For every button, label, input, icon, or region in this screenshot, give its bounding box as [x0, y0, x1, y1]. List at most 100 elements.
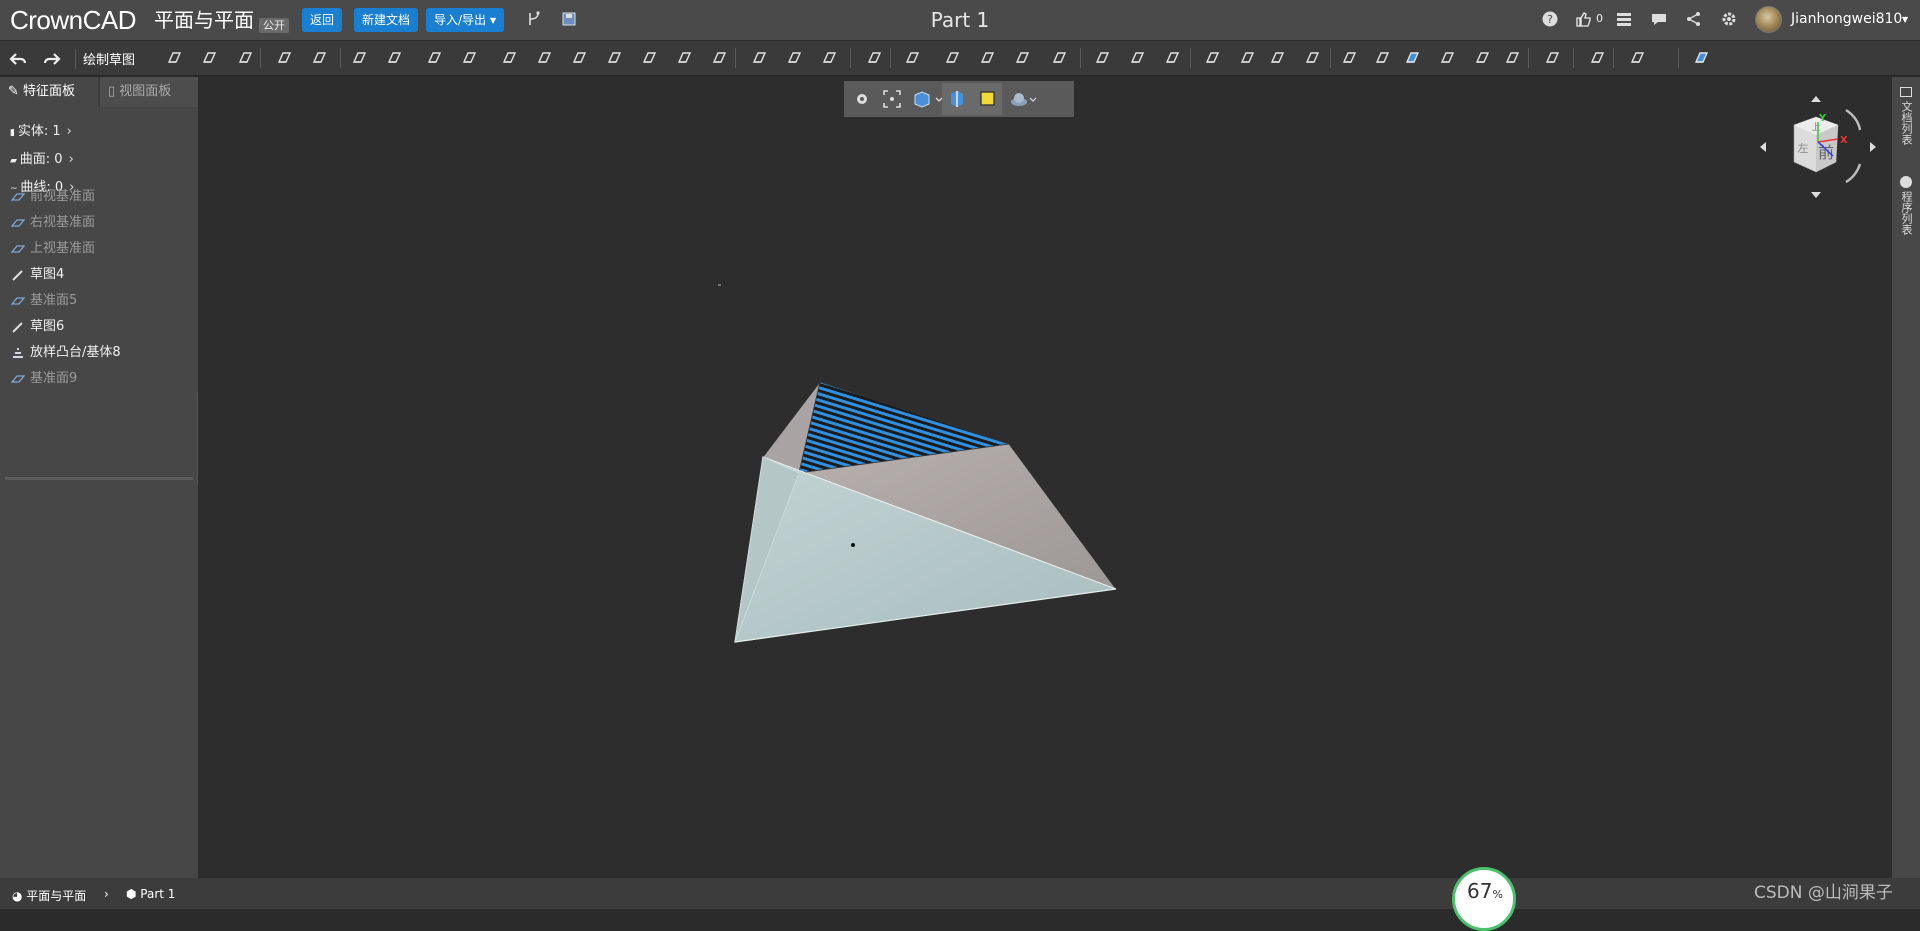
variables-icon[interactable] [1543, 48, 1563, 68]
username[interactable]: Jianhongwei810 [1791, 11, 1902, 27]
breadcrumb-current[interactable]: ⬢ Part 1 [126, 887, 175, 901]
point-icon[interactable] [1503, 48, 1523, 68]
loft-icon[interactable] [500, 48, 520, 68]
sketch-button[interactable]: 绘制草图 [83, 49, 135, 68]
boolean-icon[interactable] [978, 48, 998, 68]
like-count: 0 [1596, 12, 1603, 25]
scale-icon[interactable] [820, 48, 840, 68]
draft-icon[interactable] [640, 48, 660, 68]
color-icon[interactable] [1340, 48, 1360, 68]
right-side-strip: 文档列表 程序列表 [1892, 77, 1920, 878]
trim-surface-icon[interactable] [1238, 48, 1258, 68]
top-bar: CrownCAD 平面与平面 公开 返回 新建文档 导入/导出 ▼ Part 1 … [0, 0, 1920, 40]
copy-body-icon[interactable] [1050, 48, 1070, 68]
roll-cw-icon[interactable] [1845, 108, 1862, 131]
offset-surface-icon[interactable] [1203, 48, 1223, 68]
breadcrumb-root[interactable]: ◕ 平面与平面 [12, 887, 86, 904]
app-logo[interactable]: CrownCAD [10, 5, 137, 35]
toolbar-separator [1528, 48, 1529, 68]
undo-icon[interactable] [8, 49, 28, 69]
back-button[interactable]: 返回 [302, 8, 343, 32]
plugin-icon[interactable] [1692, 48, 1712, 68]
toolbar-separator [850, 48, 851, 68]
fill-surface-icon[interactable] [1303, 48, 1323, 68]
cut-loft-icon[interactable] [535, 48, 555, 68]
chamfer-icon[interactable] [605, 48, 625, 68]
branch-icon[interactable] [525, 10, 543, 28]
circle-tool-icon[interactable] [236, 48, 256, 68]
globe-icon: ◕ [12, 889, 27, 903]
mass-properties-icon[interactable] [1438, 48, 1458, 68]
toolbar-separator [260, 48, 261, 68]
view-cube[interactable]: 上 前 左 Y X [1758, 92, 1878, 202]
model-canvas[interactable] [198, 77, 1892, 878]
gear-icon[interactable] [1720, 10, 1738, 28]
document-list-tab[interactable]: 文档列表 [1899, 101, 1913, 145]
rib-icon[interactable] [675, 48, 695, 68]
split-icon[interactable] [943, 48, 963, 68]
surfaces-summary[interactable]: ▰ 曲面: 0 › [10, 150, 74, 170]
share-icon[interactable] [1685, 10, 1703, 28]
measure-icon[interactable] [1403, 48, 1423, 68]
line-tool-icon[interactable] [165, 48, 185, 68]
thicken-icon[interactable] [1268, 48, 1288, 68]
chevron-down-icon[interactable]: ▼ [1902, 15, 1908, 24]
datum-plane-icon[interactable] [1093, 48, 1113, 68]
mirror-icon[interactable] [785, 48, 805, 68]
comment-icon[interactable] [1650, 10, 1668, 28]
tree-item-label: 草图4 [30, 267, 65, 282]
zoom-unit: % [1492, 888, 1503, 901]
avatar[interactable] [1755, 6, 1782, 33]
move-body-icon[interactable] [865, 48, 885, 68]
new-document-button[interactable]: 新建文档 [354, 8, 419, 32]
save-icon[interactable] [560, 10, 578, 28]
plane-icon [10, 190, 26, 204]
help-icon[interactable]: ? [1541, 10, 1559, 28]
tree-item-sketch[interactable]: 草图6 [10, 317, 64, 337]
cut-sweep-icon[interactable] [460, 48, 480, 68]
section-icon[interactable] [1373, 48, 1393, 68]
rotate-up-icon[interactable] [1811, 96, 1821, 102]
tree-item-plane[interactable]: 基准面9 [10, 369, 77, 389]
rotate-left-icon[interactable] [1760, 142, 1766, 152]
fillet-icon[interactable] [570, 48, 590, 68]
curve-icon[interactable] [1473, 48, 1493, 68]
sweep-icon[interactable] [425, 48, 445, 68]
rectangle-tool-icon[interactable] [200, 48, 220, 68]
shell-icon[interactable] [385, 48, 405, 68]
tree-item-sketch[interactable]: 草图4 [10, 265, 64, 285]
hole-icon[interactable] [710, 48, 730, 68]
tab-view-panel[interactable]: ▯ 视图面板 [100, 77, 198, 107]
tree-item-plane[interactable]: 前视基准面 [10, 187, 95, 207]
program-list-tab[interactable]: 程序列表 [1899, 191, 1913, 235]
list-icon[interactable] [1615, 10, 1633, 28]
annotation-icon[interactable] [1588, 48, 1608, 68]
3d-viewport[interactable]: 上 前 左 Y X [198, 77, 1892, 878]
revolve-icon[interactable] [310, 48, 330, 68]
plane-icon [10, 294, 26, 308]
tab-feature-panel[interactable]: ✎ 特征面板 [0, 77, 98, 107]
redo-icon[interactable] [42, 49, 62, 69]
array-icon[interactable] [1013, 48, 1033, 68]
rotate-down-icon[interactable] [1811, 192, 1821, 198]
combine-icon[interactable] [903, 48, 923, 68]
cut-extrude-icon[interactable] [350, 48, 370, 68]
surface-icon[interactable] [1163, 48, 1183, 68]
watermark: CSDN @山涧果子 [1754, 883, 1893, 903]
like-icon[interactable] [1574, 10, 1592, 28]
roll-ccw-icon[interactable] [1845, 163, 1862, 184]
tree-item-plane[interactable]: 基准面5 [10, 291, 77, 311]
extrude-icon[interactable] [275, 48, 295, 68]
pattern-icon[interactable] [750, 48, 770, 68]
tree-item-loft[interactable]: 放样凸台/基体8 [10, 343, 121, 363]
rotate-right-icon[interactable] [1870, 142, 1876, 152]
solids-summary[interactable]: ▮ 实体: 1 › [10, 122, 72, 142]
import-export-button[interactable]: 导入/导出 ▼ [426, 8, 505, 32]
tree-item-plane[interactable]: 上视基准面 [10, 239, 95, 259]
tree-item-plane[interactable]: 右视基准面 [10, 213, 95, 233]
edit-icon: ✎ [8, 84, 24, 99]
panel-tabs: ✎ 特征面板 ▯ 视图面板 [0, 77, 198, 107]
zoom-value: 67% [1467, 879, 1503, 903]
datum-axis-icon[interactable] [1128, 48, 1148, 68]
render-icon[interactable] [1628, 48, 1648, 68]
